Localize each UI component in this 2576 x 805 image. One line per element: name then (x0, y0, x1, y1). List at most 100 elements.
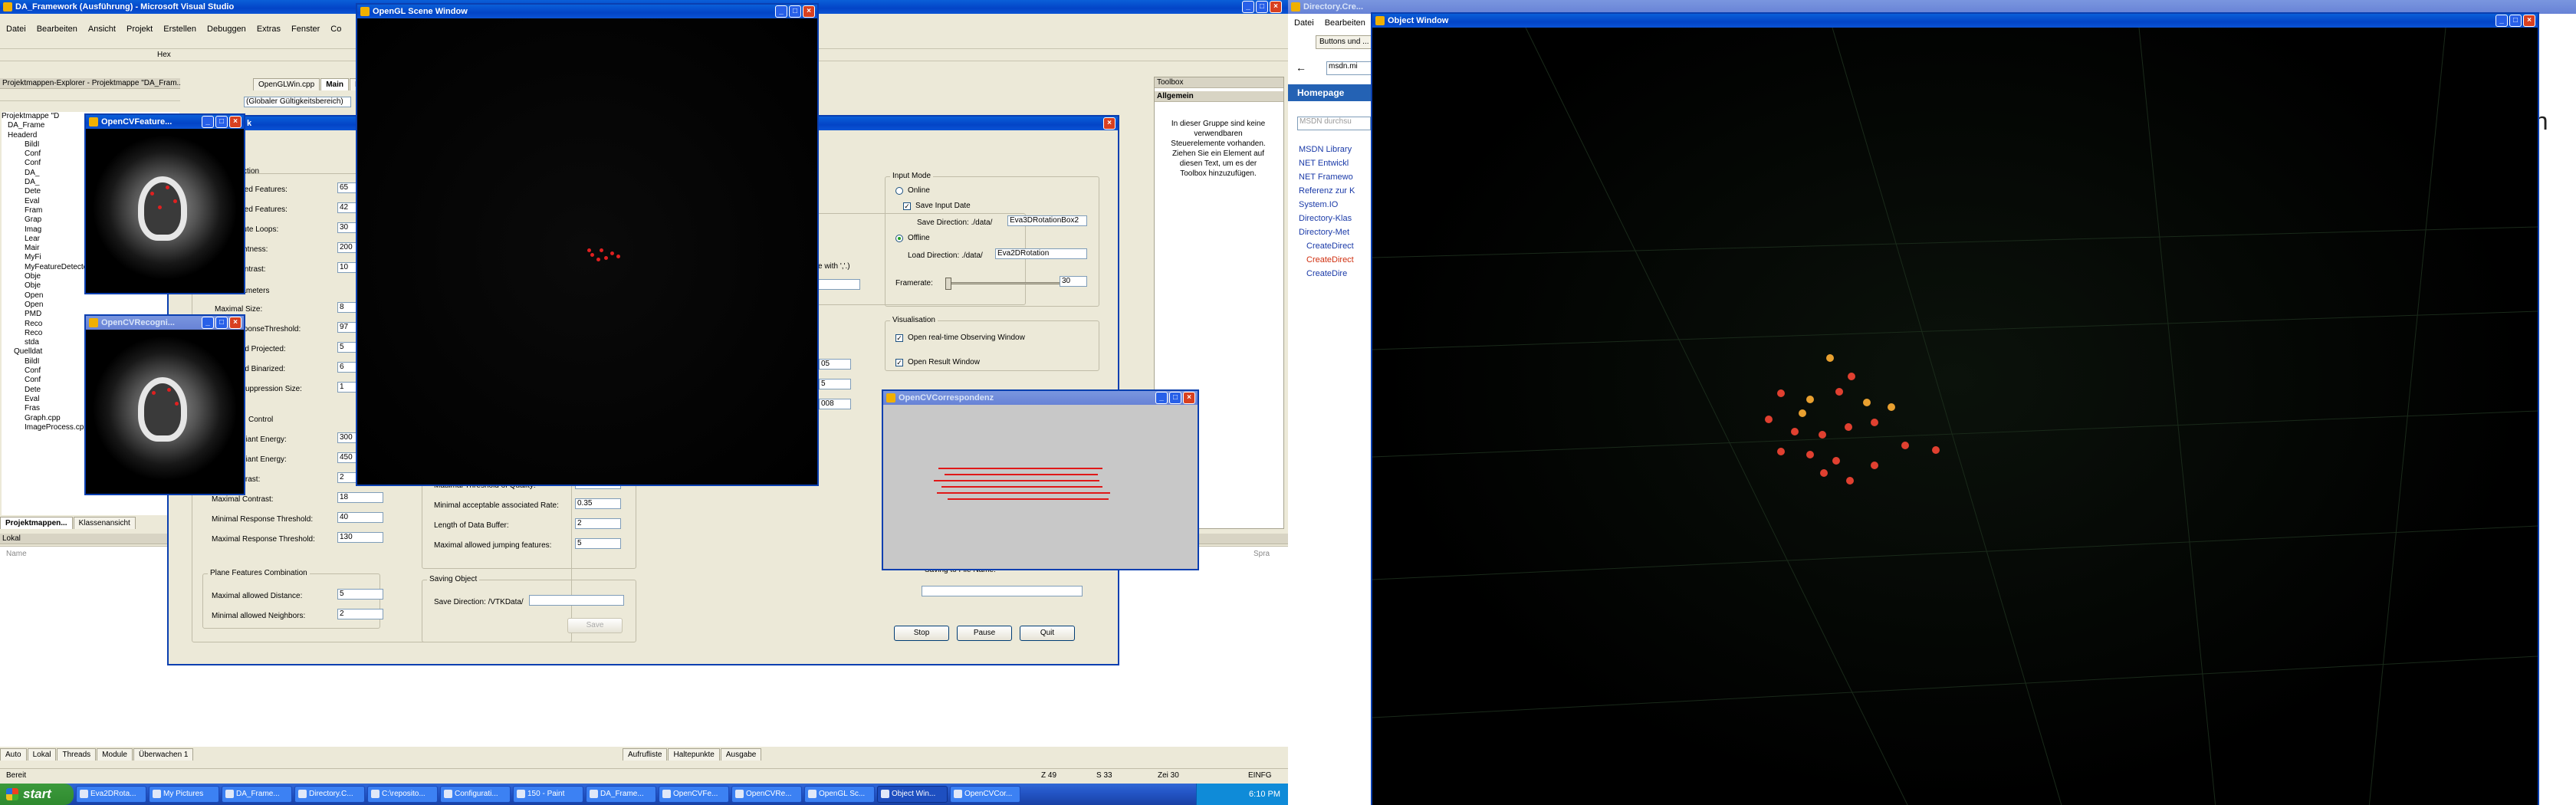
pause-button[interactable]: Pause (957, 626, 1012, 641)
min-response-input[interactable]: 40 (337, 512, 383, 523)
msdn-search-input[interactable]: MSDN durchsu (1297, 117, 1371, 130)
menu-item[interactable]: Extras (257, 23, 281, 35)
msdn-toc-link[interactable]: System.IO (1299, 198, 1375, 212)
toolbox-group[interactable]: Allgemein (1155, 91, 1283, 102)
cv-feature-title-bar[interactable]: OpenCVFeature... _ □ × (86, 115, 244, 129)
save-dir-input[interactable]: Eva3DRotationBox2 (1007, 215, 1087, 226)
object-3d-canvas[interactable] (1372, 28, 2538, 805)
msdn-toc-link[interactable]: CreateDire (1299, 267, 1375, 281)
back-icon[interactable]: ← (1296, 61, 1306, 74)
taskbar-item[interactable]: OpenCVRe... (731, 786, 802, 803)
save-direction-input[interactable] (529, 595, 624, 606)
save-input-checkbox[interactable]: ✓ (903, 202, 911, 210)
taskbar-item[interactable]: Directory.C... (294, 786, 365, 803)
msdn-toc-link[interactable]: Directory-Klas (1299, 212, 1375, 225)
realtime-window-checkbox[interactable]: ✓ (895, 334, 903, 342)
cv-recogn-minimize-button[interactable]: _ (202, 317, 214, 329)
menu-item[interactable]: Projekt (127, 23, 153, 35)
menu-item[interactable]: Co (330, 23, 341, 35)
stop-button[interactable]: Stop (894, 626, 949, 641)
object-maximize-button[interactable]: □ (2509, 15, 2522, 27)
panel-tab[interactable]: Projektmappen... (0, 517, 73, 529)
debug-tab[interactable]: Haltepunkte (668, 748, 720, 761)
object-window-title-bar[interactable]: Object Window _ □ × (1372, 14, 2538, 28)
mid-input-0[interactable] (814, 279, 860, 290)
associated-rate-input[interactable]: 0.35 (575, 498, 621, 509)
taskbar-item[interactable]: C:\reposito... (367, 786, 438, 803)
msdn-toc-link[interactable]: MSDN Library (1299, 143, 1375, 156)
cv-corresp-title-bar[interactable]: OpenCVCorrespondenz _ □ × (883, 391, 1198, 405)
max-distance-input[interactable]: 5 (337, 589, 383, 600)
taskbar-item[interactable]: Configurati... (440, 786, 511, 803)
menu-item[interactable]: Datei (6, 23, 26, 35)
menu-item[interactable]: Fenster (291, 23, 320, 35)
opengl-minimize-button[interactable]: _ (775, 5, 787, 18)
framerate-slider[interactable] (945, 278, 1061, 290)
clock[interactable]: 6:10 PM (1249, 790, 1280, 799)
cv-recogn-maximize-button[interactable]: □ (215, 317, 228, 329)
browser-menu-item[interactable]: Bearbeiten (1325, 17, 1365, 29)
close-button[interactable]: × (1270, 1, 1282, 13)
hex-label[interactable]: Hex (157, 51, 171, 59)
scope-dropdown[interactable]: (Globaler Gültigkeitsbereich) (244, 97, 351, 107)
object-minimize-button[interactable]: _ (2496, 15, 2508, 27)
quit-button[interactable]: Quit (1020, 626, 1075, 641)
msdn-toc-link[interactable]: CreateDirect (1299, 253, 1375, 267)
cv-corresp-maximize-button[interactable]: □ (1169, 392, 1181, 404)
msdn-toc-link[interactable]: NET Framewo (1299, 170, 1375, 184)
menu-item[interactable]: Ansicht (88, 23, 116, 35)
load-dir-input[interactable]: Eva2DRotation (995, 248, 1087, 259)
debug-tab[interactable]: Lokal (27, 748, 57, 761)
debug-tab[interactable]: Auto (0, 748, 27, 761)
menu-item[interactable]: Bearbeiten (37, 23, 77, 35)
browser-menu-item[interactable]: Datei (1294, 17, 1314, 29)
menu-item[interactable]: Debuggen (207, 23, 246, 35)
online-radio[interactable] (895, 187, 903, 195)
min-neighbors-input[interactable]: 2 (337, 609, 383, 619)
offline-radio[interactable] (895, 235, 903, 242)
mid-input-1[interactable]: 05 (819, 359, 851, 370)
msdn-toc-link[interactable]: CreateDirect (1299, 239, 1375, 253)
cv-recogn-title-bar[interactable]: OpenCVRecogni... _ □ × (86, 316, 244, 330)
opengl-title-bar[interactable]: OpenGL Scene Window _ □ × (357, 5, 817, 18)
cv-feature-close-button[interactable]: × (229, 116, 242, 128)
document-tab[interactable]: OpenGLWin.cpp (253, 78, 320, 90)
debug-tab[interactable]: Ausgabe (720, 748, 762, 761)
msdn-toc-link[interactable]: NET Entwickl (1299, 156, 1375, 170)
taskbar-item[interactable]: DA_Frame... (222, 786, 292, 803)
buffer-length-input[interactable]: 2 (575, 518, 621, 529)
cv-corresp-close-button[interactable]: × (1183, 392, 1195, 404)
framerate-input[interactable]: 30 (1060, 276, 1087, 287)
tree-item[interactable]: Open (2, 301, 179, 310)
minimize-button[interactable]: _ (1242, 1, 1254, 13)
msdn-toc-link[interactable]: Referenz zur K (1299, 184, 1375, 198)
mid-input-3[interactable]: 008 (819, 399, 851, 409)
opengl-canvas[interactable] (357, 18, 817, 485)
cv-corresp-minimize-button[interactable]: _ (1155, 392, 1168, 404)
taskbar-item[interactable]: My Pictures (149, 786, 219, 803)
cv-feature-maximize-button[interactable]: □ (215, 116, 228, 128)
cv-recogn-close-button[interactable]: × (229, 317, 242, 329)
jumping-features-input[interactable]: 5 (575, 538, 621, 549)
msdn-toc-link[interactable]: Directory-Met (1299, 225, 1375, 239)
taskbar-item[interactable]: 150 - Paint (513, 786, 583, 803)
debug-tab[interactable]: Überwachen 1 (133, 748, 194, 761)
document-tab[interactable]: Main (320, 78, 349, 90)
debug-tab[interactable]: Aufrufliste (623, 748, 668, 761)
taskbar-item[interactable]: OpenGL Sc... (804, 786, 875, 803)
save-button[interactable]: Save (567, 618, 623, 633)
dialog-close-button[interactable]: × (1103, 117, 1116, 130)
opengl-maximize-button[interactable]: □ (789, 5, 801, 18)
panel-tab[interactable]: Klassenansicht (73, 517, 136, 529)
taskbar-item[interactable]: OpenCVCor... (950, 786, 1020, 803)
maximize-button[interactable]: □ (1256, 1, 1268, 13)
mid-input-2[interactable]: 5 (819, 379, 851, 389)
start-button[interactable]: start (0, 784, 74, 805)
taskbar-item[interactable]: DA_Frame... (586, 786, 656, 803)
taskbar-item[interactable]: OpenCVFe... (659, 786, 729, 803)
taskbar-item[interactable]: Eva2DRota... (76, 786, 146, 803)
opengl-close-button[interactable]: × (803, 5, 815, 18)
menu-item[interactable]: Erstellen (163, 23, 196, 35)
max-response-input[interactable]: 130 (337, 532, 383, 543)
result-window-checkbox[interactable]: ✓ (895, 359, 903, 366)
